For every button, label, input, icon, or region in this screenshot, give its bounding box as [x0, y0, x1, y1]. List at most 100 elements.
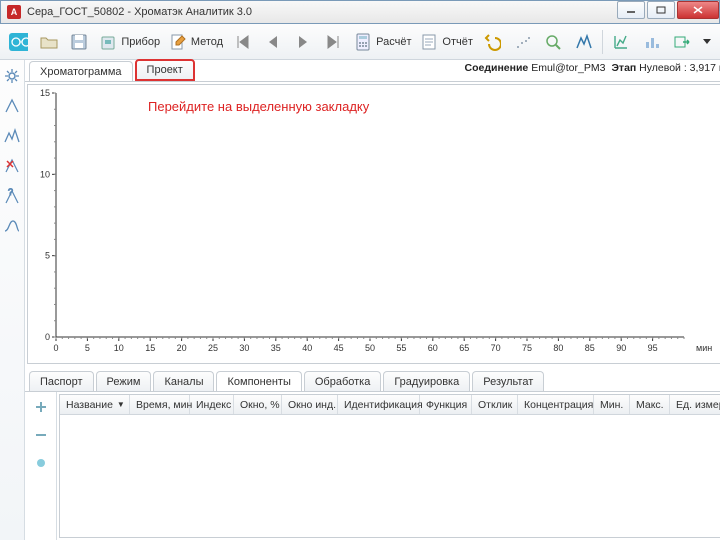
add-row-button[interactable] [32, 398, 50, 416]
col-unit[interactable]: Ед. измерения [670, 395, 720, 414]
report-label: Отчёт [442, 36, 472, 48]
minimize-button[interactable] [617, 1, 645, 19]
calc-label: Расчёт [376, 36, 411, 48]
col-window-pct[interactable]: Окно, % [234, 395, 282, 414]
svg-text:95: 95 [648, 343, 658, 353]
svg-text:30: 30 [239, 343, 249, 353]
col-concentration[interactable]: Концентрация [518, 395, 594, 414]
components-grid[interactable]: Название▼ Время, мин Индекс Окно, % Окно… [59, 394, 720, 538]
peak-tool-button[interactable] [570, 28, 599, 56]
prev-button[interactable] [259, 28, 288, 56]
col-index[interactable]: Индекс [190, 395, 234, 414]
last-button[interactable] [320, 28, 349, 56]
col-time[interactable]: Время, мин [130, 395, 190, 414]
single-peak-button[interactable] [0, 94, 24, 118]
first-button[interactable] [228, 28, 257, 56]
baseline-button[interactable] [508, 28, 537, 56]
integrate-button[interactable] [0, 214, 24, 238]
double-peak-icon [3, 127, 21, 145]
connect-button[interactable] [4, 28, 33, 56]
content-column: Хроматограмма Проект Соединение Emul@tor… [25, 60, 720, 540]
next-button[interactable] [289, 28, 318, 56]
zoom-fit-button[interactable] [539, 28, 568, 56]
col-max[interactable]: Макс. [630, 395, 670, 414]
col-min[interactable]: Мин. [594, 395, 630, 414]
export-button[interactable] [668, 28, 697, 56]
grid-header: Название▼ Время, мин Индекс Окно, % Окно… [60, 395, 720, 415]
svg-text:90: 90 [616, 343, 626, 353]
tab-result[interactable]: Результат [472, 371, 544, 391]
save-icon [69, 32, 89, 52]
undo-button[interactable] [478, 28, 507, 56]
bottom-block: Паспорт Режим Каналы Компоненты Обработк… [25, 366, 720, 540]
svg-text:5: 5 [45, 251, 50, 261]
tab-project[interactable]: Проект [135, 59, 195, 81]
main-area: ? Хроматограмма Проект Соединение Emul@t… [0, 60, 720, 540]
svg-text:45: 45 [334, 343, 344, 353]
tab-mode[interactable]: Режим [96, 371, 152, 391]
col-window-ind[interactable]: Окно инд. [282, 395, 338, 414]
tab-components[interactable]: Компоненты [216, 371, 301, 391]
svg-text:20: 20 [177, 343, 187, 353]
tab-processing[interactable]: Обработка [304, 371, 381, 391]
svg-text:?: ? [8, 187, 13, 197]
connection-label: Соединение [464, 62, 528, 74]
row-settings-button[interactable] [32, 454, 50, 472]
window-controls [615, 1, 719, 21]
col-name[interactable]: Название▼ [60, 395, 130, 414]
close-icon [693, 6, 703, 14]
remove-row-button[interactable] [32, 426, 50, 444]
dot-icon [34, 456, 48, 470]
dots-icon [513, 32, 532, 52]
col-function[interactable]: Функция [420, 395, 472, 414]
method-button[interactable]: Метод [165, 28, 226, 56]
unknown-peak-button[interactable]: ? [0, 184, 24, 208]
col-identification[interactable]: Идентификация [338, 395, 420, 414]
window-title: Сера_ГОСТ_50802 - Хроматэк Аналитик 3.0 [27, 6, 615, 18]
svg-text:80: 80 [553, 343, 563, 353]
close-button[interactable] [677, 1, 719, 19]
gear-button[interactable] [0, 64, 24, 88]
svg-text:мин: мин [696, 343, 712, 353]
grid-tool-rail [25, 392, 57, 540]
svg-text:25: 25 [208, 343, 218, 353]
tab-passport[interactable]: Паспорт [29, 371, 94, 391]
chart-view-button[interactable] [607, 28, 636, 56]
status-bar: Соединение Emul@tor_PM3 Этап Нулевой : 3… [464, 62, 720, 74]
tab-chromatogram[interactable]: Хроматограмма [29, 61, 133, 81]
bottom-tabs: Паспорт Режим Каналы Компоненты Обработк… [25, 370, 720, 392]
plus-icon [34, 400, 48, 414]
delete-peak-button[interactable] [0, 154, 24, 178]
barchart-button[interactable] [638, 28, 667, 56]
report-button[interactable]: Отчёт [416, 28, 476, 56]
chart-area[interactable]: Перейдите на выделенную закладку 0510152… [27, 84, 720, 364]
svg-text:0: 0 [45, 332, 50, 342]
svg-text:5: 5 [85, 343, 90, 353]
skip-last-icon [325, 32, 344, 52]
app-icon: A [7, 5, 21, 19]
svg-text:50: 50 [365, 343, 375, 353]
double-peak-button[interactable] [0, 124, 24, 148]
calc-button[interactable]: Расчёт [350, 28, 414, 56]
grid-area: Название▼ Время, мин Индекс Окно, % Окно… [57, 392, 720, 540]
stage-value: Нулевой : 3,917 мин [639, 62, 720, 74]
save-button[interactable] [65, 28, 94, 56]
svg-text:15: 15 [40, 88, 50, 98]
col-response[interactable]: Отклик [472, 395, 518, 414]
report-icon [419, 32, 439, 52]
peak-x-icon [3, 157, 21, 175]
edit-icon [168, 32, 188, 52]
gear-icon [3, 67, 21, 85]
open-button[interactable] [35, 28, 64, 56]
svg-text:65: 65 [459, 343, 469, 353]
magnifier-icon [544, 32, 563, 52]
tab-calibration[interactable]: Градуировка [383, 371, 470, 391]
svg-text:10: 10 [114, 343, 124, 353]
svg-text:10: 10 [40, 169, 50, 179]
peak-question-icon: ? [3, 187, 21, 205]
maximize-button[interactable] [647, 1, 675, 19]
toolbar-overflow-button[interactable] [699, 28, 716, 56]
instrument-button[interactable]: Прибор [96, 28, 163, 56]
barchart-icon [643, 32, 662, 52]
tab-channels[interactable]: Каналы [153, 371, 214, 391]
